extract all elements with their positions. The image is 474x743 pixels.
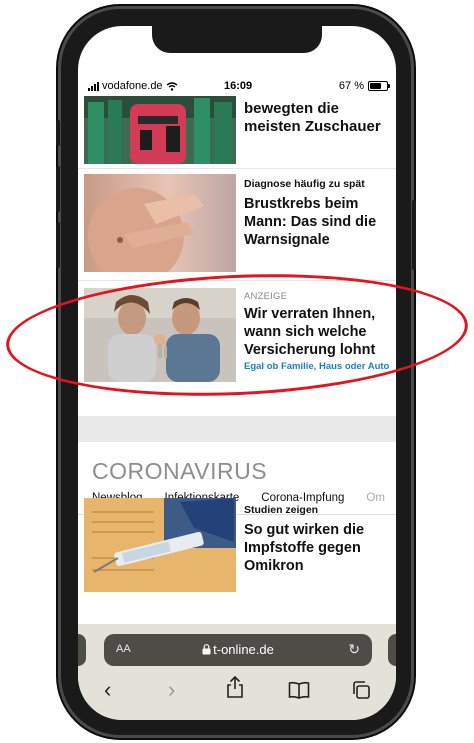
- clock: 16:09: [224, 80, 253, 92]
- url-text: t-online.de: [213, 642, 274, 657]
- tracksuit-scene-image: [84, 96, 236, 164]
- battery-icon: [368, 81, 390, 91]
- article-thumbnail: [84, 498, 236, 592]
- back-icon[interactable]: ‹: [104, 678, 111, 702]
- vaccination-image: [84, 498, 236, 592]
- section-title[interactable]: CORONAVIRUS: [92, 458, 267, 485]
- browser-toolbar: ‹ ›: [78, 672, 396, 712]
- browser-bottom-bar: AA t-online.de ↻ ‹ ›: [78, 624, 396, 720]
- tabs-icon[interactable]: [352, 680, 370, 704]
- next-tab-pill[interactable]: [388, 634, 396, 666]
- previous-tab-pill[interactable]: [78, 634, 86, 666]
- article-kicker: Diagnose häufig zu spät: [244, 178, 365, 190]
- article-headline: bewegten die meisten Zuschauer: [244, 100, 381, 135]
- section-separator: [78, 416, 396, 442]
- volume-down-button: [56, 222, 60, 268]
- lock-icon: [202, 644, 211, 655]
- signal-icon: [88, 81, 99, 91]
- article-headline: So gut wirken die Impfstoffe gegen Omikr…: [244, 522, 365, 574]
- phone-notch: [152, 26, 322, 53]
- status-bar: vodafone.de 16:09 67 %: [78, 78, 396, 96]
- power-button: [412, 200, 416, 270]
- article-kicker: Studien zeigen: [244, 504, 319, 516]
- reload-icon[interactable]: ↻: [348, 641, 360, 658]
- address-bar[interactable]: AA t-online.de ↻: [104, 634, 372, 666]
- article-thumbnail: [84, 174, 236, 272]
- volume-up-button: [56, 166, 60, 212]
- chest-pain-image: [84, 174, 236, 272]
- url-display[interactable]: t-online.de: [104, 642, 372, 657]
- carrier-name: vodafone.de: [102, 80, 163, 92]
- wifi-icon: [166, 81, 177, 91]
- article-thumbnail: [84, 96, 236, 164]
- mute-switch: [56, 120, 60, 146]
- bookmarks-icon[interactable]: [288, 680, 310, 704]
- forward-icon[interactable]: ›: [168, 678, 175, 702]
- battery-percent: 67 %: [338, 80, 364, 92]
- share-icon[interactable]: [226, 675, 244, 703]
- divider: [78, 168, 396, 169]
- article-headline: Brustkrebs beim Mann: Das sind die Warns…: [244, 196, 377, 248]
